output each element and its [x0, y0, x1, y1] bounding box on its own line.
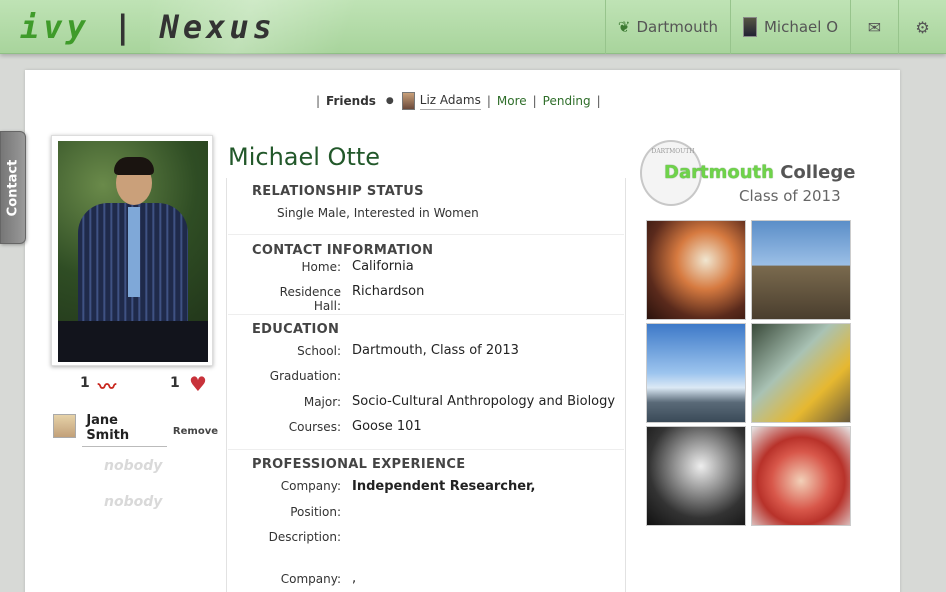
friends-separator: | [532, 94, 537, 108]
profile-photo-frame [51, 135, 213, 366]
gallery-photo-party[interactable] [646, 426, 746, 526]
friends-separator: | [316, 94, 321, 108]
section-divider [228, 449, 624, 450]
education-heading: EDUCATION [252, 322, 340, 337]
relationship-status-text: Single Male, Interested in Women [277, 206, 479, 220]
college-class: Class of 2013 [739, 187, 841, 205]
friends-bar: | Friends ● Liz Adams | More | Pending | [310, 90, 607, 112]
major-label: Major: [303, 395, 341, 409]
company-value: Independent Researcher, [352, 479, 536, 494]
logo-nexus: Nexus [159, 8, 276, 46]
gallery-photo-friends[interactable] [751, 426, 851, 526]
friends-separator: | [596, 94, 601, 108]
messages-button[interactable]: ✉ [850, 0, 898, 54]
header-nav: ❦ Dartmouth Michael O ✉ ⚙ [604, 0, 946, 54]
empty-slot-2: nobody [104, 494, 163, 510]
friend-avatar[interactable] [401, 92, 415, 110]
position-label: Position: [290, 505, 341, 519]
section-divider [228, 234, 624, 235]
residence-hall-value: Richardson [352, 284, 425, 299]
contact-info-heading: CONTACT INFORMATION [252, 243, 434, 258]
graduation-label: Graduation: [269, 369, 341, 383]
column-divider-left [226, 178, 227, 592]
college-nav-label: Dartmouth [636, 18, 718, 36]
photo-hair [114, 157, 154, 175]
gear-icon: ⚙ [915, 17, 930, 37]
bullet-dot: ● [385, 96, 394, 106]
courses-label: Courses: [288, 420, 341, 434]
heart-icon[interactable]: ♥ [189, 372, 207, 396]
gallery-photo-interior[interactable] [751, 323, 851, 423]
professional-heading: PROFESSIONAL EXPERIENCE [252, 457, 466, 472]
contact-tab-label: Contact [5, 159, 21, 216]
empty-slot-1: nobody [104, 458, 163, 474]
school-value: Dartmouth, Class of 2013 [352, 343, 519, 358]
seal-text: DARTMOUTH [651, 148, 695, 155]
contact-side-tab[interactable]: Contact [0, 131, 26, 244]
top-bar: ivy | Nexus ❦ Dartmouth Michael O ✉ ⚙ [0, 0, 946, 54]
column-divider-right [625, 178, 626, 592]
friend-link-liz-adams[interactable]: Liz Adams [419, 93, 481, 110]
company-label: Company: [280, 479, 341, 493]
logo-ivy: ivy [20, 8, 90, 46]
reaction-counters: 1 〰 1 ♥ [80, 372, 220, 398]
jane-avatar[interactable] [53, 414, 77, 438]
user-nav-link[interactable]: Michael O [729, 0, 850, 54]
pending-friends-link[interactable]: Pending [543, 94, 591, 108]
description-label: Description: [268, 530, 341, 544]
heart-count: 1 [170, 375, 180, 391]
logo-bar: | [113, 8, 137, 46]
leaf-icon: ❦ [617, 18, 631, 36]
photo-legs [58, 321, 208, 362]
relationship-person: Jane Smith Remove [53, 410, 218, 447]
college-name[interactable]: Dartmouth College [664, 162, 855, 183]
home-label: Home: [301, 260, 341, 274]
chili-pepper-icon[interactable]: 〰 [98, 373, 116, 399]
profile-name: Michael Otte [228, 143, 381, 171]
ivy-nexus-logo[interactable]: ivy | Nexus [20, 8, 276, 46]
college-name-highlight: Dartmouth [664, 162, 774, 183]
section-divider [228, 314, 624, 315]
pepper-count: 1 [80, 375, 90, 391]
school-label: School: [297, 344, 341, 358]
profile-photo[interactable] [58, 141, 208, 362]
remove-relationship-button[interactable]: Remove [173, 426, 218, 437]
envelope-icon: ✉ [867, 17, 882, 37]
college-name-rest: College [773, 162, 856, 183]
gallery-photo-concert[interactable] [646, 220, 746, 320]
college-nav-link[interactable]: ❦ Dartmouth [604, 0, 730, 54]
gallery-photo-skyline[interactable] [646, 323, 746, 423]
company-label-2: Company: [280, 572, 341, 586]
gallery-photo-building[interactable] [751, 220, 851, 320]
major-value: Socio-Cultural Anthropology and Biology [352, 394, 616, 409]
friends-separator: | [486, 94, 491, 108]
photo-tie [128, 207, 140, 297]
settings-button[interactable]: ⚙ [898, 0, 946, 54]
friends-label: Friends [326, 94, 376, 108]
courses-value: Goose 101 [352, 419, 422, 434]
user-nav-label: Michael O [763, 18, 838, 36]
relationship-name[interactable]: Jane Smith [82, 411, 167, 447]
company-value-2: , [352, 571, 357, 586]
residence-hall-label: Residence Hall: [279, 285, 341, 313]
more-friends-link[interactable]: More [497, 94, 527, 108]
user-avatar [742, 17, 757, 37]
home-value: California [352, 259, 414, 274]
relationship-status-heading: RELATIONSHIP STATUS [252, 184, 424, 199]
